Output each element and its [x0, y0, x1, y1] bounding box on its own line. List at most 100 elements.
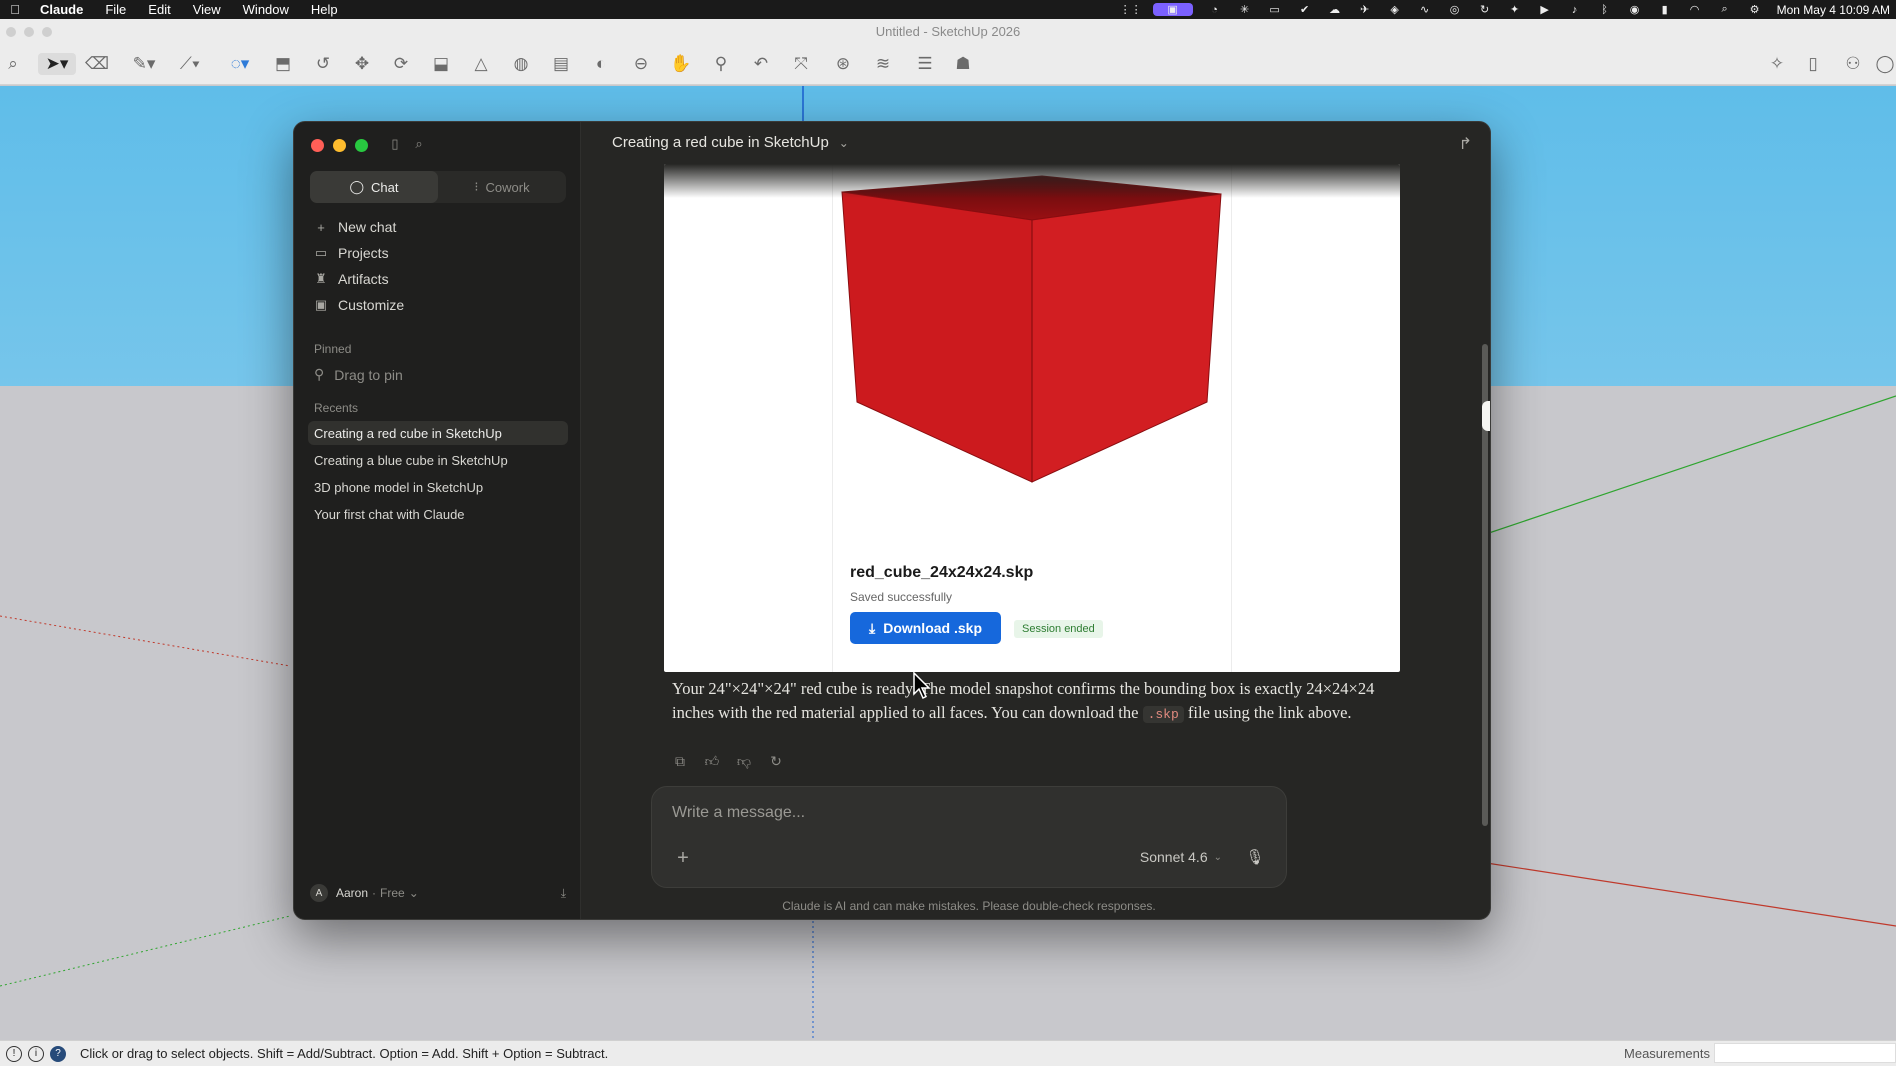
tape-measure-icon[interactable]: ◍: [510, 53, 532, 75]
close-dot[interactable]: [6, 27, 16, 37]
layers-icon[interactable]: ☰: [914, 53, 936, 75]
nav-new-chat[interactable]: + New chat: [314, 216, 396, 238]
menu-window[interactable]: Window: [243, 2, 289, 17]
apple-menu-icon[interactable]: : [8, 2, 22, 17]
paint-bucket-icon[interactable]: ◐: [590, 53, 612, 75]
select-tool-icon[interactable]: ➤▾: [38, 53, 76, 75]
push-pull-icon[interactable]: ⬒: [272, 53, 294, 75]
gamepad-icon[interactable]: ◎: [1447, 3, 1463, 16]
menu-view[interactable]: View: [193, 2, 221, 17]
document-icon[interactable]: ▯: [1802, 53, 1824, 75]
measurements-input[interactable]: [1714, 1043, 1896, 1063]
ai-assistant-icon[interactable]: ✧: [1766, 53, 1788, 75]
recent-chat-item[interactable]: Creating a red cube in SketchUp: [308, 421, 568, 445]
message-input[interactable]: [672, 801, 1232, 825]
zoom-window-icon[interactable]: ⚲: [710, 53, 732, 75]
sketchup-titlebar: Untitled - SketchUp 2026: [0, 19, 1896, 45]
nav-projects[interactable]: ▭ Projects: [314, 242, 389, 264]
recent-chat-item[interactable]: 3D phone model in SketchUp: [308, 475, 568, 499]
styles-icon[interactable]: ≋: [872, 53, 894, 75]
user-account-row[interactable]: A Aaron · Free ⌄ ⤓: [310, 883, 566, 903]
download-app-icon[interactable]: ⤓: [561, 886, 566, 901]
add-attachment-button[interactable]: +: [672, 847, 694, 869]
thumbs-down-icon[interactable]: 👎︎: [735, 752, 753, 770]
follow-me-icon[interactable]: ↺: [312, 53, 334, 75]
zoom-window-button[interactable]: [355, 139, 368, 152]
grid-icon[interactable]: ⋮⋮: [1120, 3, 1142, 16]
download-icon: ⤓: [869, 619, 876, 636]
circle-tool-icon[interactable]: ◌▾: [222, 53, 258, 75]
rotate-tool-icon[interactable]: ⟳: [390, 53, 412, 75]
window-icon[interactable]: ▭: [1267, 3, 1283, 16]
sidebar-toggle-icon[interactable]: ▯: [387, 136, 403, 152]
search-icon[interactable]: ⌕: [1717, 3, 1733, 16]
user-icon[interactable]: ◉: [1627, 3, 1643, 16]
collaborators-icon[interactable]: ⚇: [1842, 53, 1864, 75]
chat-title-dropdown[interactable]: Creating a red cube in SketchUp ⌄: [612, 134, 849, 151]
magic-icon[interactable]: ✦: [1507, 3, 1523, 16]
refresh-icon[interactable]: ↻: [1477, 3, 1493, 16]
close-window-button[interactable]: [311, 139, 324, 152]
user-name: Aaron: [336, 886, 369, 900]
model-selector[interactable]: Sonnet 4.6 ⌄: [1140, 849, 1222, 865]
shield-icon[interactable]: ◈: [1387, 3, 1403, 16]
zoom-dot[interactable]: [42, 27, 52, 37]
battery-icon[interactable]: ▮: [1657, 3, 1673, 16]
menubar-clock[interactable]: Mon May 4 10:09 AM: [1777, 3, 1890, 17]
menu-file[interactable]: File: [105, 2, 126, 17]
bluetooth-icon[interactable]: ᛒ: [1597, 3, 1613, 16]
retry-icon[interactable]: ↻: [767, 752, 785, 770]
check-icon[interactable]: ✔: [1297, 3, 1313, 16]
eraser-tool-icon[interactable]: ⌫: [85, 53, 109, 75]
bell-icon[interactable]: ♪: [1567, 3, 1583, 16]
components-icon[interactable]: ⊛: [832, 53, 854, 75]
section-plane-icon[interactable]: ⊖: [630, 53, 652, 75]
zoom-extents-icon[interactable]: ⤧: [790, 53, 812, 75]
recent-chat-item[interactable]: Creating a blue cube in SketchUp: [308, 448, 568, 472]
help-icon[interactable]: ?: [50, 1045, 66, 1062]
menu-app-name[interactable]: Claude: [40, 2, 83, 17]
thumbs-up-icon[interactable]: 👍︎: [703, 752, 721, 770]
minimize-window-button[interactable]: [333, 139, 346, 152]
text-tool-icon[interactable]: ▤: [550, 53, 572, 75]
scale-tool-icon[interactable]: ⬓: [430, 53, 452, 75]
cloud-icon[interactable]: ☁: [1327, 3, 1343, 16]
microphone-icon[interactable]: 🎙︎: [1245, 847, 1264, 867]
pan-tool-icon[interactable]: ✋: [670, 53, 692, 75]
zoom-tool-icon[interactable]: ⌕: [2, 53, 24, 75]
chevron-down-icon: ⌄: [1213, 851, 1222, 863]
sparkle-icon[interactable]: ✳: [1237, 3, 1253, 16]
orbit-tool-icon[interactable]: ↶: [750, 53, 772, 75]
minimize-dot[interactable]: [24, 27, 34, 37]
copy-icon[interactable]: ⧉: [671, 752, 689, 770]
line-tool-icon[interactable]: ⟋▾: [172, 53, 208, 75]
nav-artifacts[interactable]: ♜ Artifacts: [314, 268, 388, 290]
screen-share-icon[interactable]: ▣: [1152, 3, 1193, 16]
info-icon[interactable]: i: [28, 1045, 44, 1062]
move-tool-icon[interactable]: ✥: [351, 53, 373, 75]
extension-icon[interactable]: ☗: [952, 53, 974, 75]
artifact-file-name: red_cube_24x24x24.skp: [850, 564, 1034, 581]
wifi-icon[interactable]: ◠: [1687, 3, 1703, 16]
sync-icon[interactable]: ◔: [1207, 3, 1223, 16]
tab-chat[interactable]: ◯ Chat: [310, 171, 438, 203]
search-icon[interactable]: ⌕: [411, 136, 427, 152]
recent-chat-item[interactable]: Your first chat with Claude: [308, 502, 568, 526]
download-skp-button[interactable]: ⤓ Download .skp: [850, 612, 1001, 644]
plane-icon[interactable]: ✈: [1357, 3, 1373, 16]
control-center-icon[interactable]: ⚙: [1747, 3, 1763, 16]
menu-edit[interactable]: Edit: [148, 2, 170, 17]
share-icon[interactable]: ↱: [1459, 134, 1472, 154]
play-icon[interactable]: ▶: [1537, 3, 1553, 16]
graph-icon[interactable]: ∿: [1417, 3, 1433, 16]
account-icon[interactable]: ◯: [1874, 53, 1896, 75]
artifact-panel-icon[interactable]: ⊘: [1482, 401, 1490, 431]
nav-customize[interactable]: ▣ Customize: [314, 294, 404, 316]
menu-help[interactable]: Help: [311, 2, 338, 17]
assistant-reply: Your 24"×24"×24" red cube is ready. The …: [672, 677, 1394, 727]
nav-projects-label: Projects: [338, 245, 389, 261]
pencil-tool-icon[interactable]: ✎▾: [126, 53, 162, 75]
tab-cowork[interactable]: ⁝ Cowork: [438, 171, 566, 203]
geo-location-icon[interactable]: !: [6, 1045, 22, 1062]
flip-tool-icon[interactable]: △: [470, 53, 492, 75]
